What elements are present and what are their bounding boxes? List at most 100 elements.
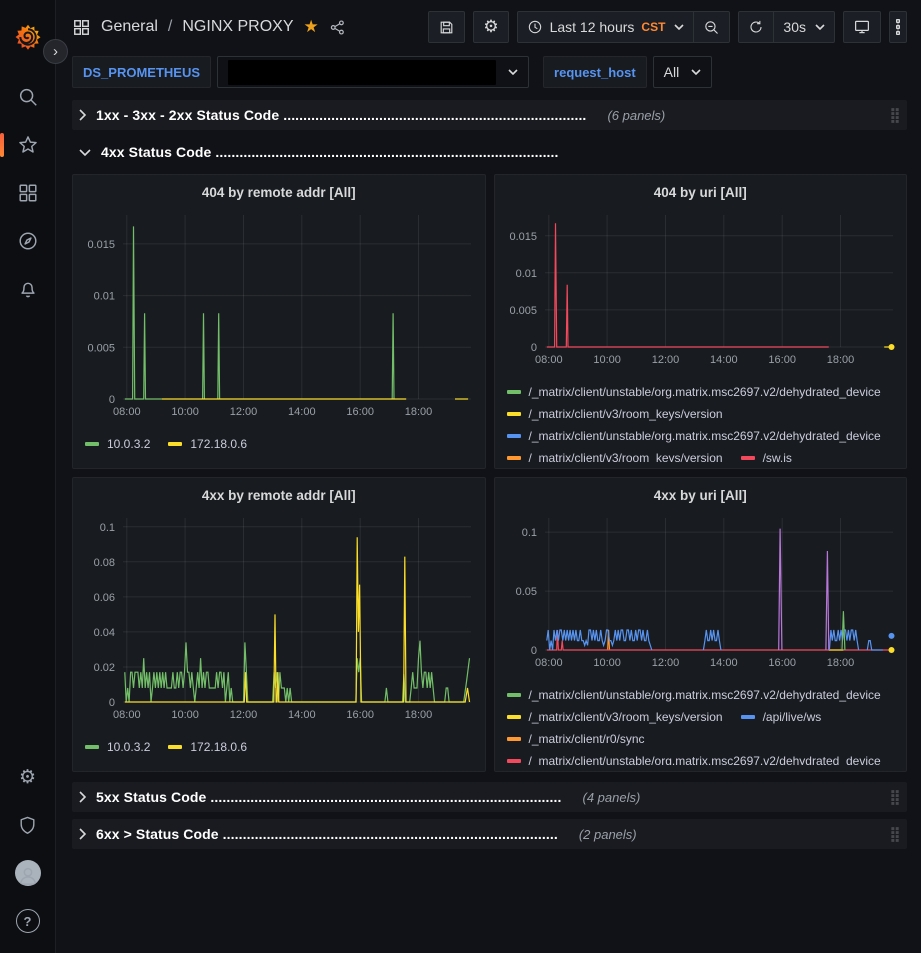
refresh-button[interactable]	[738, 11, 774, 43]
chart-legend: /_matrix/client/unstable/org.matrix.msc2…	[505, 381, 897, 462]
timeseries-chart[interactable]: 00.050.108:0010:0012:0014:0016:0018:00	[505, 508, 897, 672]
timeseries-chart[interactable]: 00.0050.010.01508:0010:0012:0014:0016:00…	[505, 205, 897, 369]
breadcrumb-section[interactable]: General	[101, 18, 158, 36]
panel-title[interactable]: 404 by uri [All]	[505, 181, 897, 205]
settings-gear-icon[interactable]: ⚙	[14, 763, 42, 791]
row-header-4xx[interactable]: 4xx Status Code ........................…	[72, 137, 907, 167]
legend-item[interactable]: /_matrix/client/unstable/org.matrix.msc2…	[507, 754, 881, 765]
svg-text:14:00: 14:00	[710, 354, 738, 366]
legend-item[interactable]: /_matrix/client/unstable/org.matrix.msc2…	[507, 429, 881, 443]
legend-item[interactable]: /_matrix/client/unstable/org.matrix.msc2…	[507, 385, 881, 399]
variable-label-request-host[interactable]: request_host	[543, 56, 647, 88]
dashboard-toolbar: ⚙ Last 12 hours CST	[428, 11, 907, 43]
legend-label: /_matrix/client/v3/room_keys/version	[529, 407, 723, 421]
legend-item[interactable]: /api/live/ws	[741, 710, 822, 724]
row-header-1xx-3xx-2xx[interactable]: 1xx - 3xx - 2xx Status Code ............…	[72, 100, 907, 130]
legend-item[interactable]: 172.18.0.6	[168, 740, 247, 754]
legend-item[interactable]: /_matrix/client/unstable/org.matrix.msc2…	[507, 688, 881, 702]
legend-item[interactable]: /_matrix/client/v3/room_keys/version	[507, 407, 723, 421]
more-options-button[interactable]	[889, 11, 907, 43]
chevron-down-icon	[815, 24, 825, 30]
svg-text:16:00: 16:00	[346, 709, 374, 721]
svg-text:0.01: 0.01	[515, 268, 536, 280]
svg-text:18:00: 18:00	[826, 354, 854, 366]
dashboard-settings-button[interactable]: ⚙	[473, 11, 508, 43]
legend-swatch	[741, 456, 755, 460]
zoom-out-time-button[interactable]	[694, 11, 730, 43]
dashboards-icon[interactable]	[14, 179, 42, 207]
legend-label: 172.18.0.6	[190, 437, 247, 451]
svg-text:14:00: 14:00	[288, 406, 316, 418]
save-dashboard-button[interactable]	[428, 11, 465, 43]
search-icon[interactable]	[14, 83, 42, 111]
starred-dashboards-icon[interactable]	[14, 131, 42, 159]
chart-legend: /_matrix/client/unstable/org.matrix.msc2…	[505, 684, 897, 765]
refresh-interval-label: 30s	[783, 19, 806, 35]
chart-legend: 10.0.3.2 172.18.0.6	[83, 433, 475, 455]
svg-text:0: 0	[530, 645, 536, 657]
row-drag-handle[interactable]: ⣿	[889, 106, 901, 124]
legend-swatch	[85, 442, 99, 446]
variable-value-ds-prometheus[interactable]	[217, 56, 529, 88]
row-drag-handle[interactable]: ⣿	[889, 788, 901, 806]
svg-text:0.01: 0.01	[94, 291, 115, 303]
svg-text:12:00: 12:00	[651, 354, 679, 366]
refresh-group: 30s	[738, 11, 835, 43]
variable-value-request-host[interactable]: All	[653, 56, 713, 88]
gear-icon: ⚙	[483, 19, 498, 36]
legend-label: /api/live/ws	[763, 710, 822, 724]
tv-mode-button[interactable]	[843, 11, 881, 43]
timeseries-chart[interactable]: 00.020.040.060.080.108:0010:0012:0014:00…	[83, 508, 475, 724]
timezone-label: CST	[641, 20, 665, 34]
variable-ds-prometheus: DS_PROMETHEUS	[72, 56, 529, 88]
legend-item[interactable]: 10.0.3.2	[85, 437, 150, 451]
svg-text:0.05: 0.05	[515, 586, 536, 598]
panel-4xx-by-uri: 4xx by uri [All] 00.050.108:0010:0012:00…	[494, 477, 908, 772]
panel-title[interactable]: 4xx by uri [All]	[505, 484, 897, 508]
server-admin-shield-icon[interactable]	[14, 811, 42, 839]
svg-text:16:00: 16:00	[768, 657, 796, 669]
favorite-star-icon[interactable]: ★	[304, 17, 319, 37]
time-range-label: Last 12 hours	[550, 19, 635, 35]
redacted-value	[228, 60, 496, 85]
legend-item[interactable]: /_matrix/client/r0/sync	[507, 732, 645, 746]
row-header-6xx[interactable]: 6xx > Status Code ......................…	[72, 819, 907, 849]
legend-label: /_matrix/client/v3/room_keys/version	[529, 710, 723, 724]
row-header-5xx[interactable]: 5xx Status Code ........................…	[72, 782, 907, 812]
row-title: 5xx Status Code ........................…	[96, 789, 562, 805]
legend-item[interactable]: /sw.js	[741, 451, 792, 462]
legend-item[interactable]: /_matrix/client/v3/room_keys/version	[507, 710, 723, 724]
timeseries-chart[interactable]: 00.0050.010.01508:0010:0012:0014:0016:00…	[83, 205, 475, 421]
svg-text:0.1: 0.1	[100, 522, 115, 534]
svg-text:0.08: 0.08	[94, 557, 115, 569]
share-icon[interactable]	[329, 19, 346, 36]
variable-label-ds-prometheus[interactable]: DS_PROMETHEUS	[72, 56, 211, 88]
svg-text:08:00: 08:00	[535, 657, 563, 669]
svg-text:14:00: 14:00	[288, 709, 316, 721]
panel-title[interactable]: 404 by remote addr [All]	[83, 181, 475, 205]
chevron-right-icon	[78, 827, 87, 841]
alerting-bell-icon[interactable]	[14, 275, 42, 303]
svg-text:0.06: 0.06	[94, 592, 115, 604]
legend-swatch	[507, 737, 521, 741]
grafana-logo[interactable]	[14, 23, 42, 51]
dashboard-title[interactable]: NGINX PROXY	[182, 18, 293, 36]
svg-text:18:00: 18:00	[405, 406, 433, 418]
legend-item[interactable]: 10.0.3.2	[85, 740, 150, 754]
legend-item[interactable]: 172.18.0.6	[168, 437, 247, 451]
legend-label: /_matrix/client/unstable/org.matrix.msc2…	[529, 385, 881, 399]
legend-item[interactable]: /_matrix/client/v3/room_keys/version	[507, 451, 723, 462]
explore-compass-icon[interactable]	[14, 227, 42, 255]
variables-submenu: DS_PROMETHEUS request_host All	[56, 50, 921, 96]
row-drag-handle[interactable]: ⣿	[889, 825, 901, 843]
panel-title[interactable]: 4xx by remote addr [All]	[83, 484, 475, 508]
user-avatar[interactable]	[14, 859, 42, 887]
expand-sidebar-button[interactable]: ›	[43, 39, 68, 64]
dashboard-topbar: General / NGINX PROXY ★ ⚙	[56, 0, 921, 50]
refresh-interval-button[interactable]: 30s	[774, 11, 835, 43]
time-range-button[interactable]: Last 12 hours CST	[517, 11, 695, 43]
save-icon	[438, 19, 455, 36]
kebab-menu-icon	[896, 19, 900, 35]
help-icon[interactable]: ?	[14, 907, 42, 935]
legend-swatch	[741, 715, 755, 719]
